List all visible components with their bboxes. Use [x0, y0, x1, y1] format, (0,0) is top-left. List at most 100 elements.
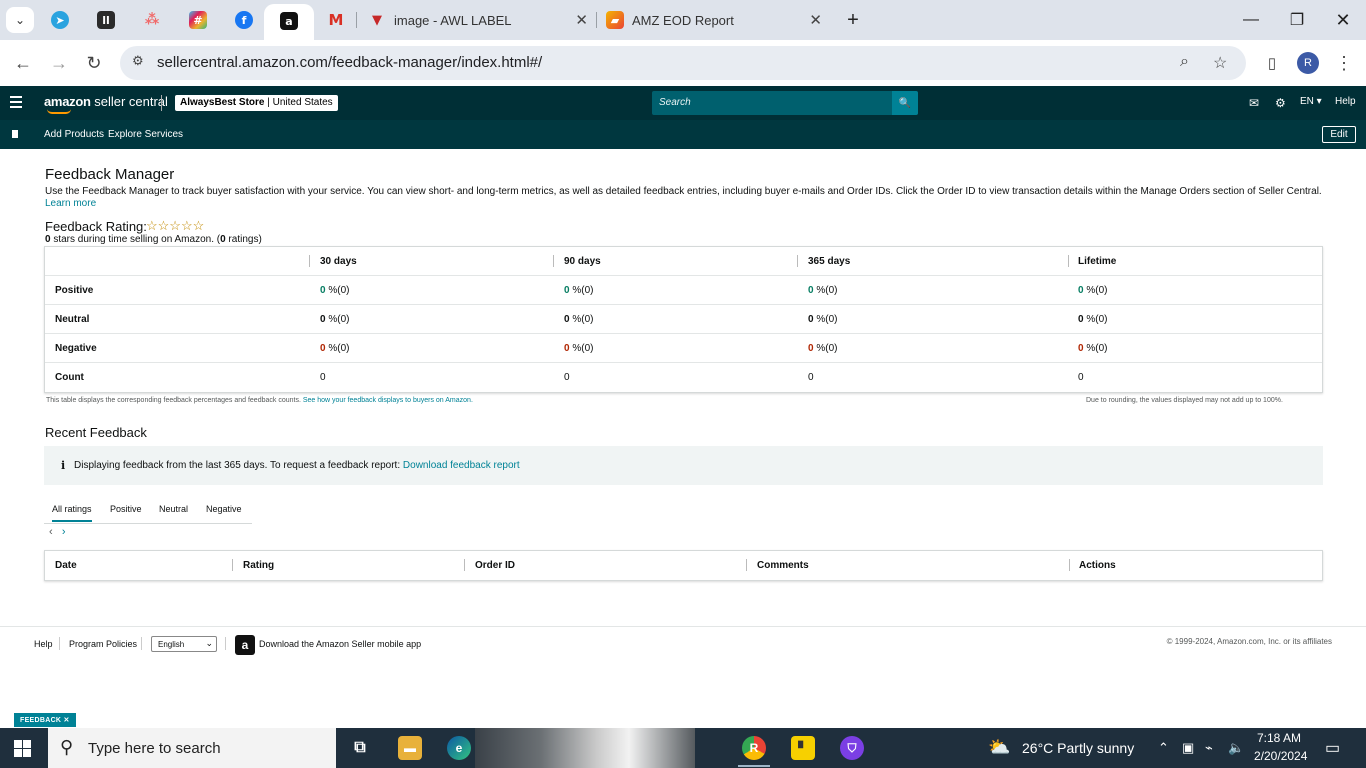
sticky-notes-icon[interactable]: ▘ [791, 736, 815, 760]
bookmark-star-icon[interactable]: ☆ [1213, 53, 1227, 73]
tab-search-chevron-icon[interactable]: ⌄ [6, 7, 34, 33]
clock-date[interactable]: 2/20/2024 [1254, 749, 1307, 763]
logo-amazon: amazon [44, 94, 91, 109]
close-icon[interactable]: ✕ [809, 11, 822, 29]
footer-divider [0, 626, 1366, 627]
column-divider [232, 559, 233, 571]
back-arrow-icon[interactable]: ← [12, 52, 34, 74]
column-header: 365 days [808, 256, 851, 267]
edge-icon[interactable]: e [447, 736, 471, 760]
vpn-shield-icon[interactable]: ⛉ [840, 736, 864, 760]
tab-awl-label[interactable]: ▼ image - AWL LABEL ✕ [368, 6, 588, 34]
footer-language-select[interactable]: English ⌄ [151, 636, 217, 652]
table-row-negative: Negative 0 %(0) 0 %(0) 0 %(0) 0 %(0) [45, 334, 1322, 363]
logo-suffix: seller central [90, 94, 168, 109]
tab-neutral[interactable]: Neutral [159, 504, 188, 514]
tab-all-ratings[interactable]: All ratings [52, 504, 92, 522]
learn-more-link[interactable]: Learn more [45, 198, 96, 209]
forward-arrow-icon[interactable]: → [48, 52, 70, 74]
search-icon[interactable]: 🔍 [892, 91, 918, 115]
minimize-icon[interactable]: — [1236, 8, 1266, 32]
tab-negative[interactable]: Negative [206, 504, 242, 514]
metric-cell: 0 %(0) [320, 343, 349, 354]
buyer-display-link[interactable]: See how your feedback displays to buyers… [303, 397, 473, 404]
windows-taskbar: ⚲ Type here to search ⧉ ▬ e R ▘ ⛉ ⛅ 26°C… [0, 728, 1366, 768]
address-bar[interactable]: ⚙ sellercentral.amazon.com/feedback-mana… [120, 46, 1246, 80]
task-view-icon[interactable]: ⧉ [348, 736, 372, 760]
new-tab-plus-icon[interactable]: + [838, 8, 868, 32]
url-text: sellercentral.amazon.com/feedback-manage… [157, 54, 543, 71]
tab-slack[interactable]: # [186, 8, 210, 32]
chevron-left-icon[interactable]: ‹ [49, 526, 53, 538]
download-report-link[interactable]: Download feedback report [403, 460, 520, 471]
store-name: AlwaysBest Store [180, 97, 265, 108]
notifications-icon[interactable]: ▭ [1325, 738, 1340, 758]
tab-facebook[interactable]: f [232, 8, 256, 32]
edit-nav-button[interactable]: Edit [1322, 126, 1356, 143]
mail-icon[interactable]: ✉ [1249, 96, 1259, 110]
metric-suffix: %(0) [325, 343, 350, 354]
site-settings-icon[interactable]: ⚙ [132, 53, 144, 69]
app-icon: ll [97, 11, 115, 29]
asana-icon: ⁂ [144, 12, 160, 28]
network-icon[interactable]: ⌁ [1205, 740, 1213, 756]
taskbar-search-placeholder: Type here to search [88, 740, 221, 757]
tab-asana[interactable]: ⁂ [140, 8, 164, 32]
windows-start-icon[interactable] [14, 740, 31, 757]
tab-amazon-active[interactable]: a [264, 4, 314, 40]
metric-suffix: %(0) [1083, 285, 1108, 296]
tab-pinned-app[interactable]: ll [94, 8, 118, 32]
weather-text[interactable]: 26°C Partly sunny [1022, 740, 1134, 756]
chevron-right-icon[interactable]: › [62, 526, 66, 538]
help-link[interactable]: Help [1335, 96, 1356, 107]
file-explorer-icon[interactable]: ▬ [398, 736, 422, 760]
volume-icon[interactable]: 🔈 [1228, 740, 1244, 756]
language-selector[interactable]: EN ▾ [1300, 96, 1322, 107]
tab-gmail[interactable]: M [324, 8, 348, 32]
amazon-app-icon[interactable]: a [235, 635, 255, 655]
side-panel-icon[interactable]: ▯ [1261, 52, 1283, 74]
browser-tab-strip: ⌄ ➤ ll ⁂ # f a M ▼ image - AWL LABEL ✕ ▰… [0, 0, 1366, 40]
reload-icon[interactable]: ↻ [83, 52, 105, 74]
tab-title: AMZ EOD Report [632, 12, 734, 28]
tab-telegram[interactable]: ➤ [48, 8, 72, 32]
rating-stars-icon: ☆☆☆☆☆ [146, 218, 205, 233]
mobile-app-link[interactable]: Download the Amazon Seller mobile app [259, 639, 421, 649]
seller-central-logo[interactable]: amazon seller central [44, 94, 168, 109]
page-description: Use the Feedback Manager to track buyer … [45, 186, 1325, 210]
metric-cell: 0 %(0) [564, 285, 593, 296]
footer-policies-link[interactable]: Program Policies [69, 639, 137, 649]
tab-amz-eod-report[interactable]: ▰ AMZ EOD Report ✕ [606, 6, 822, 34]
sheets-icon: ▰ [606, 11, 624, 29]
copyright: © 1999-2024, Amazon.com, Inc. or its aff… [1166, 637, 1332, 646]
info-alert: i Displaying feedback from the last 365 … [44, 446, 1323, 485]
column-divider [1069, 559, 1070, 571]
bookmark-icon[interactable] [12, 130, 18, 138]
hamburger-menu-icon[interactable] [10, 96, 22, 108]
search-input[interactable]: Search [652, 91, 892, 115]
close-icon[interactable]: ✕ [575, 11, 588, 29]
nav-explore-services[interactable]: Explore Services [108, 129, 183, 140]
metric-cell: 0 %(0) [1078, 285, 1107, 296]
gear-icon[interactable]: ⚙ [1275, 96, 1286, 110]
tray-chevron-up-icon[interactable]: ⌃ [1158, 740, 1169, 756]
feedback-tag-button[interactable]: FEEDBACK ✕ [14, 713, 76, 727]
clock-time[interactable]: 7:18 AM [1257, 731, 1301, 745]
zoom-icon[interactable]: ⌕ [1180, 53, 1189, 71]
profile-avatar[interactable]: R [1297, 52, 1319, 74]
footer-help-link[interactable]: Help [34, 639, 53, 649]
facebook-icon: f [235, 11, 253, 29]
restore-icon[interactable]: ❐ [1282, 8, 1312, 32]
window-close-icon[interactable]: ✕ [1328, 8, 1358, 32]
metric-suffix: %(0) [569, 314, 594, 325]
table-header-row: 30 days 90 days 365 days Lifetime [45, 247, 1322, 276]
column-header: Comments [757, 560, 809, 571]
tray-device-icon[interactable]: ▣ [1182, 740, 1194, 756]
browser-toolbar: ← → ↻ ⚙ sellercentral.amazon.com/feedbac… [0, 40, 1366, 86]
kebab-menu-icon[interactable]: ⋮ [1333, 52, 1355, 74]
nav-add-products[interactable]: Add Products [44, 129, 104, 140]
chrome-icon[interactable]: R [742, 736, 766, 760]
taskbar-search-input[interactable]: ⚲ Type here to search [48, 728, 336, 768]
store-switcher[interactable]: AlwaysBest Store | United States [175, 95, 338, 111]
tab-positive[interactable]: Positive [110, 504, 142, 514]
